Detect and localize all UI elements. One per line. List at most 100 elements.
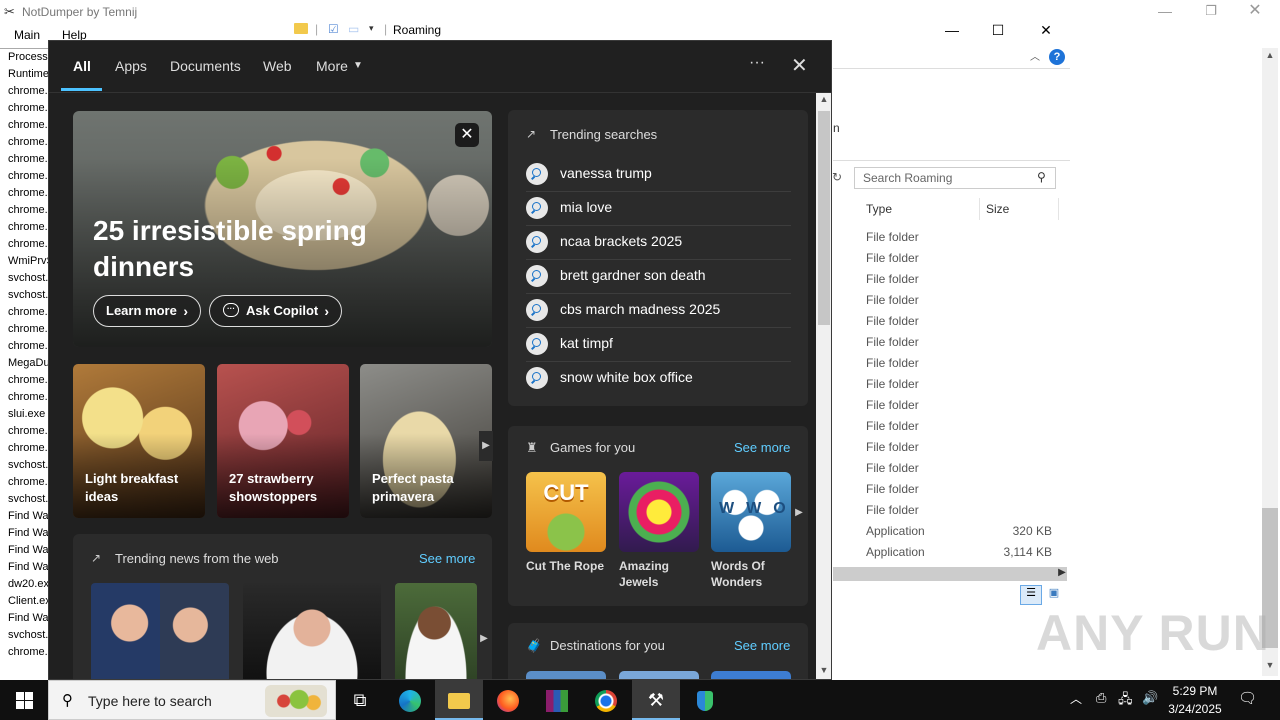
file-row[interactable]: File folder (866, 398, 1056, 419)
process-row[interactable]: chrome. (0, 236, 49, 253)
search-highlight-image[interactable] (265, 685, 327, 717)
close-button[interactable]: ✕ (1240, 0, 1270, 24)
trending-search-item[interactable]: cbs march madness 2025 (526, 294, 791, 328)
new-folder-icon[interactable]: ▭ (348, 22, 359, 36)
column-header-size[interactable]: Size (986, 202, 1009, 216)
file-row[interactable]: File folder (866, 314, 1056, 335)
file-row[interactable]: File folder (866, 335, 1056, 356)
process-row[interactable]: chrome. (0, 117, 49, 134)
large-icons-view-icon[interactable]: ▣ (1045, 586, 1063, 604)
game-label[interactable]: Words Of Wonders (711, 558, 795, 590)
minimize-button[interactable]: — (1150, 0, 1180, 24)
trending-search-item[interactable]: kat timpf (526, 328, 791, 362)
scrollbar-thumb[interactable] (818, 111, 830, 325)
process-row[interactable]: svchost. (0, 457, 49, 474)
notdumper-icon[interactable]: ⚒ (632, 680, 680, 720)
column-divider[interactable] (1058, 198, 1059, 220)
news-thumbnail[interactable] (395, 583, 477, 679)
device-icon[interactable]: ⎙ (1096, 690, 1106, 706)
file-row[interactable]: File folder (866, 461, 1056, 482)
volume-icon[interactable]: 🔊 (1142, 690, 1158, 706)
restore-button[interactable]: ❐ (1196, 0, 1226, 24)
file-row[interactable]: File folder (866, 419, 1056, 440)
recipe-card[interactable]: 27 strawberry showstoppers (217, 364, 349, 518)
trending-search-item[interactable]: vanessa trump (526, 158, 791, 192)
clock-date[interactable]: 3/24/2025 (1166, 702, 1224, 716)
close-icon[interactable]: ✕ (791, 53, 808, 78)
process-row[interactable]: Find Wa (0, 542, 49, 559)
trending-search-item[interactable]: snow white box office (526, 362, 791, 396)
start-button[interactable] (0, 680, 48, 720)
firefox-icon[interactable] (484, 680, 532, 720)
process-row[interactable]: chrome. (0, 83, 49, 100)
learn-more-button[interactable]: Learn more › (93, 295, 201, 327)
process-row[interactable]: Client.ex (0, 593, 49, 610)
scroll-right-icon[interactable]: ▶ (1054, 567, 1070, 581)
file-row[interactable]: File folder (866, 230, 1056, 251)
process-row[interactable]: svchost. (0, 627, 49, 644)
file-row[interactable]: File folder (866, 503, 1056, 524)
process-row[interactable]: chrome. (0, 338, 49, 355)
process-row[interactable]: chrome. (0, 440, 49, 457)
destination-thumbnail[interactable] (711, 671, 791, 679)
more-options-icon[interactable]: ··· (749, 54, 765, 72)
menu-main[interactable]: Main (14, 28, 40, 42)
search-input[interactable]: Search Roaming (863, 171, 952, 185)
tab-more[interactable]: More (316, 58, 348, 74)
properties-icon[interactable]: ☑ (328, 22, 339, 36)
news-thumbnail[interactable] (243, 583, 381, 679)
column-divider[interactable] (979, 198, 980, 220)
process-row[interactable]: chrome. (0, 151, 49, 168)
see-more-link[interactable]: See more (734, 638, 790, 653)
chevron-up-icon[interactable]: ︿ (1070, 690, 1082, 707)
search-icon[interactable]: ⚲ (1037, 170, 1046, 184)
game-tile-amazing-jewels[interactable] (619, 472, 699, 552)
hero-title[interactable]: 25 irresistible spring dinners (93, 213, 453, 285)
file-row[interactable]: Application 320 KB (866, 524, 1056, 545)
process-row[interactable]: svchost. (0, 270, 49, 287)
file-row[interactable]: Application 3,114 KB (866, 545, 1056, 566)
tab-documents[interactable]: Documents (170, 58, 241, 74)
task-view-icon[interactable]: ⧉ (336, 680, 384, 720)
trending-search-item[interactable]: brett gardner son death (526, 260, 791, 294)
file-explorer-icon[interactable] (435, 680, 483, 720)
chevron-up-icon[interactable]: ︿ (1030, 48, 1040, 63)
see-more-link[interactable]: See more (734, 440, 790, 455)
process-row[interactable]: chrome. (0, 474, 49, 491)
process-row[interactable]: svchost. (0, 287, 49, 304)
maximize-button[interactable]: ☐ (988, 22, 1008, 40)
process-row[interactable]: Runtime (0, 66, 49, 83)
help-icon[interactable]: ? (1049, 49, 1065, 65)
file-row[interactable]: File folder (866, 251, 1056, 272)
destination-thumbnail[interactable] (526, 671, 606, 679)
process-row[interactable]: chrome. (0, 423, 49, 440)
details-view-icon[interactable]: ☰ (1020, 585, 1042, 605)
process-row[interactable]: chrome. (0, 304, 49, 321)
process-row[interactable]: svchost. (0, 491, 49, 508)
destination-thumbnail[interactable] (619, 671, 699, 679)
process-row[interactable]: chrome. (0, 185, 49, 202)
column-header-type[interactable]: Type (866, 202, 892, 216)
trending-search-item[interactable]: mia love (526, 192, 791, 226)
network-icon[interactable]: 🖧 (1118, 690, 1133, 712)
hero-card[interactable]: ✕ 25 irresistible spring dinners Learn m… (73, 111, 492, 347)
game-tile-words-of-wonders[interactable]: WWO (711, 472, 791, 552)
process-row[interactable]: chrome. (0, 168, 49, 185)
process-row[interactable]: chrome. (0, 219, 49, 236)
scroll-up-icon[interactable]: ▲ (816, 94, 831, 108)
tab-apps[interactable]: Apps (115, 58, 147, 74)
trending-search-item[interactable]: ncaa brackets 2025 (526, 226, 791, 260)
process-row[interactable]: chrome. (0, 644, 49, 661)
minimize-button[interactable]: — (942, 22, 962, 40)
process-row[interactable]: Find Wa (0, 559, 49, 576)
process-row[interactable]: chrome. (0, 389, 49, 406)
file-row[interactable]: File folder (866, 272, 1056, 293)
process-row[interactable]: WmiPrvS (0, 253, 49, 270)
refresh-icon[interactable]: ↻ (832, 170, 842, 184)
news-thumbnail[interactable] (91, 583, 229, 679)
tab-all[interactable]: All (73, 58, 91, 74)
file-row[interactable]: File folder (866, 482, 1056, 503)
quick-access-dropdown-icon[interactable]: ▾ (369, 23, 374, 34)
chrome-icon[interactable] (582, 680, 630, 720)
chevron-right-icon[interactable]: ▶ (792, 498, 806, 528)
